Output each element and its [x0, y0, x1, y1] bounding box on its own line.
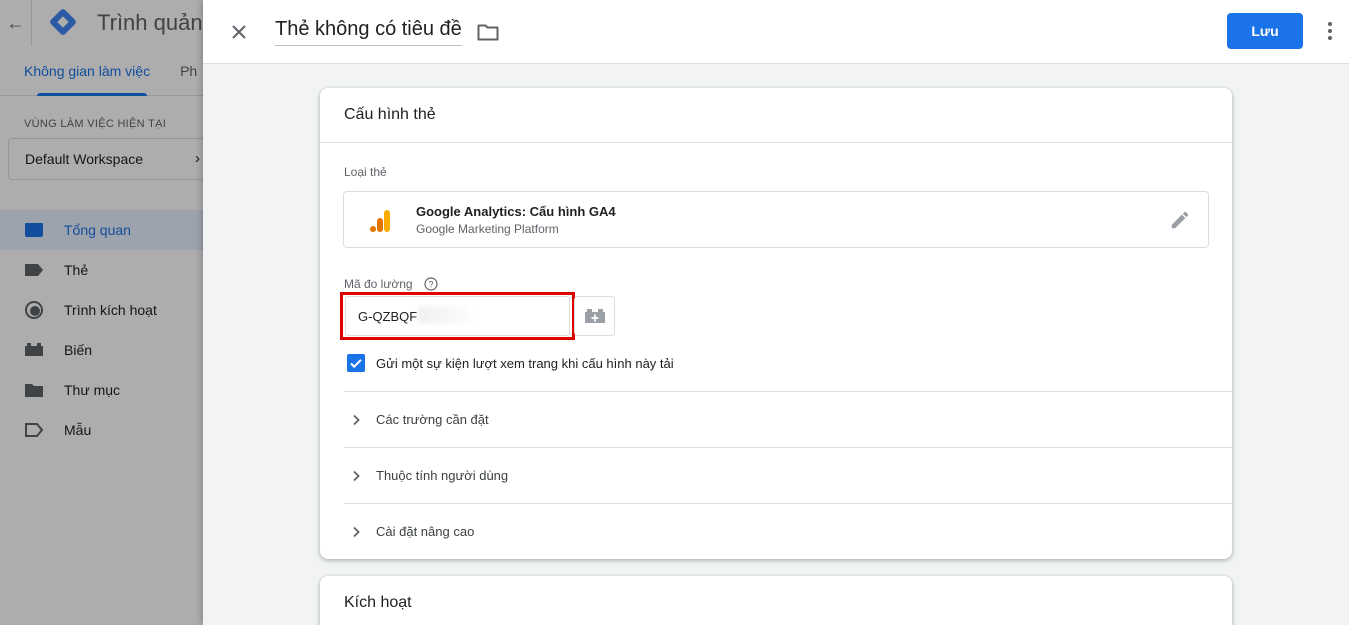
- tag-type-name: Google Analytics: Cấu hình GA4: [416, 204, 616, 219]
- svg-text:?: ?: [428, 280, 433, 290]
- send-pageview-checkbox[interactable]: [347, 354, 365, 372]
- tag-editor-panel: Thẻ không có tiêu đề Lưu Cấu hình thẻ Lo…: [203, 0, 1349, 625]
- measurement-id-label: Mã đo lường: [344, 277, 413, 291]
- tag-type-label: Loại thẻ: [344, 165, 387, 179]
- folder-icon: [477, 24, 499, 41]
- panel-header: Thẻ không có tiêu đề Lưu: [203, 0, 1349, 64]
- tag-type-subtitle: Google Marketing Platform: [416, 222, 559, 236]
- help-icon[interactable]: ?: [424, 277, 438, 291]
- card-title: Cấu hình thẻ: [320, 88, 1232, 143]
- redacted-blur: [418, 306, 470, 324]
- tag-configuration-card: Cấu hình thẻ Loại thẻ Google Analytics: …: [320, 88, 1232, 559]
- section-user-properties[interactable]: Thuộc tính người dùng: [344, 447, 1232, 503]
- section-advanced-settings[interactable]: Cài đặt nâng cao: [344, 503, 1232, 559]
- section-fields-to-set[interactable]: Các trường cần đặt: [344, 391, 1232, 447]
- checkmark-icon: [350, 359, 362, 369]
- scrim-overlay[interactable]: [0, 0, 203, 625]
- triggering-card: Kích hoạt: [320, 576, 1232, 625]
- chevron-right-icon: [348, 524, 364, 540]
- variable-picker-button[interactable]: [574, 296, 615, 336]
- close-icon: [232, 25, 246, 39]
- google-analytics-icon: [370, 210, 390, 232]
- save-button[interactable]: Lưu: [1227, 13, 1303, 49]
- section-label: Cài đặt nâng cao: [376, 524, 475, 539]
- tag-type-selector[interactable]: Google Analytics: Cấu hình GA4 Google Ma…: [343, 191, 1209, 248]
- send-pageview-label: Gửi một sự kiện lượt xem trang khi cấu h…: [376, 356, 674, 371]
- tag-title-input[interactable]: Thẻ không có tiêu đề: [275, 18, 462, 46]
- section-label: Các trường cần đặt: [376, 412, 489, 427]
- close-button[interactable]: [227, 20, 251, 44]
- add-variable-icon: [584, 309, 605, 323]
- chevron-right-icon: [348, 468, 364, 484]
- edit-pencil-icon[interactable]: [1169, 209, 1191, 231]
- more-options-icon[interactable]: [1320, 19, 1340, 43]
- section-label: Thuộc tính người dùng: [376, 468, 509, 483]
- chevron-right-icon: [348, 412, 364, 428]
- card-title: Kích hoạt: [344, 594, 412, 611]
- folder-button[interactable]: [476, 20, 500, 44]
